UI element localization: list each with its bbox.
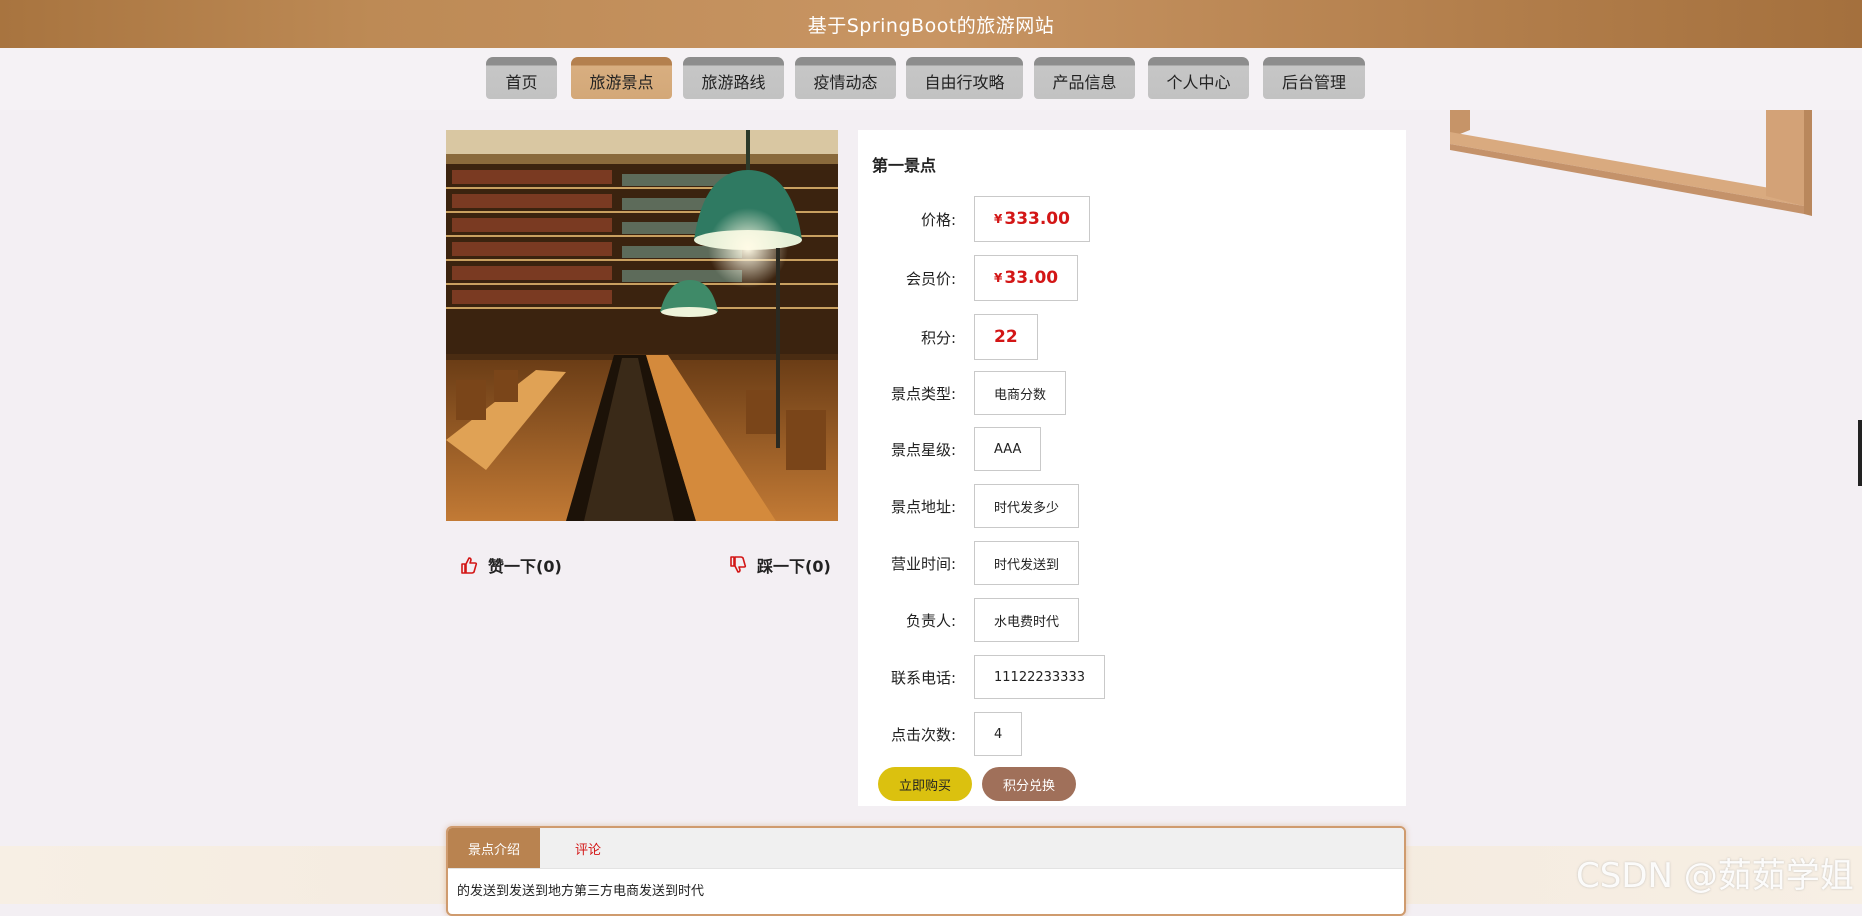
watermark: CSDN @茹茹学姐 xyxy=(1576,856,1854,896)
type-value: 电商分数 xyxy=(974,371,1067,415)
scenic-spot-image xyxy=(446,130,838,521)
price-value: ¥333.00 xyxy=(974,196,1090,242)
site-header: 基于SpringBoot的旅游网站 xyxy=(0,0,1862,48)
hours-label: 营业时间: xyxy=(890,554,956,573)
star-value: AAA xyxy=(974,427,1042,471)
nav-self-guided-tips[interactable]: 自由行攻略 xyxy=(906,57,1023,99)
star-label: 景点星级: xyxy=(890,440,956,459)
price-row: 价格: ¥333.00 xyxy=(858,196,1090,242)
page-edge-marker xyxy=(1858,420,1862,486)
address-value: 时代发多少 xyxy=(974,484,1080,528)
member-price-row: 会员价: ¥33.00 xyxy=(858,255,1079,301)
nav-scenic-spots[interactable]: 旅游景点 xyxy=(571,57,672,99)
thumbs-up-icon xyxy=(461,557,478,574)
points-row: 积分: 22 xyxy=(858,314,1038,360)
tabs-header: 景点介绍 评论 xyxy=(448,828,1404,869)
main-nav: 首页 旅游景点 旅游路线 疫情动态 自由行攻略 产品信息 个人中心 后台管理 xyxy=(0,48,1862,110)
phone-row: 联系电话: 11122233333 xyxy=(858,655,1105,699)
phone-value: 11122233333 xyxy=(974,655,1105,699)
points-label: 积分: xyxy=(920,328,956,347)
manager-value: 水电费时代 xyxy=(974,598,1080,642)
points-exchange-button[interactable]: 积分兑换 xyxy=(982,767,1076,801)
tab-spot-intro[interactable]: 景点介绍 xyxy=(448,828,540,868)
hours-row: 营业时间: 时代发送到 xyxy=(858,541,1080,585)
tab-content-text: 的发送到发送到地方第三方电商发送到时代 xyxy=(457,884,705,899)
address-row: 景点地址: 时代发多少 xyxy=(858,484,1080,528)
address-label: 景点地址: xyxy=(890,497,956,516)
type-label: 景点类型: xyxy=(890,384,956,403)
spot-title: 第一景点 xyxy=(872,156,937,175)
manager-label: 负责人: xyxy=(905,611,956,630)
like-label: 赞一下(0) xyxy=(488,557,562,576)
nav-epidemic-news[interactable]: 疫情动态 xyxy=(795,57,896,99)
site-title: 基于SpringBoot的旅游网站 xyxy=(807,14,1055,37)
clicks-label: 点击次数: xyxy=(890,725,956,744)
hours-value: 时代发送到 xyxy=(974,541,1080,585)
phone-label: 联系电话: xyxy=(890,668,956,687)
star-row: 景点星级: AAA xyxy=(858,427,1042,471)
dislike-label: 踩一下(0) xyxy=(757,557,831,576)
points-value: 22 xyxy=(974,314,1038,360)
member-price-label: 会员价: xyxy=(905,269,956,288)
nav-product-info[interactable]: 产品信息 xyxy=(1034,57,1135,99)
type-row: 景点类型: 电商分数 xyxy=(858,371,1067,415)
like-button[interactable]: 赞一下(0) xyxy=(460,553,562,577)
detail-tabs: 景点介绍 评论 的发送到发送到地方第三方电商发送到时代 xyxy=(446,826,1406,916)
nav-home[interactable]: 首页 xyxy=(486,57,557,99)
tab-comments[interactable]: 评论 xyxy=(540,828,636,868)
member-price-value: ¥33.00 xyxy=(974,255,1079,301)
nav-admin[interactable]: 后台管理 xyxy=(1263,57,1365,99)
dislike-button[interactable]: 踩一下(0) xyxy=(729,553,831,577)
thumbs-down-icon xyxy=(730,556,747,573)
clicks-value: 4 xyxy=(974,712,1023,756)
detail-panel: 第一景点 价格: ¥333.00 会员价: ¥33.00 积分: 22 景点类型… xyxy=(858,130,1406,806)
buy-now-button[interactable]: 立即购买 xyxy=(878,767,972,801)
clicks-row: 点击次数: 4 xyxy=(858,712,1023,756)
decorative-frame xyxy=(1450,110,1862,260)
nav-travel-routes[interactable]: 旅游路线 xyxy=(683,57,784,99)
nav-personal-center[interactable]: 个人中心 xyxy=(1148,57,1249,99)
manager-row: 负责人: 水电费时代 xyxy=(858,598,1080,642)
price-label: 价格: xyxy=(920,210,956,229)
